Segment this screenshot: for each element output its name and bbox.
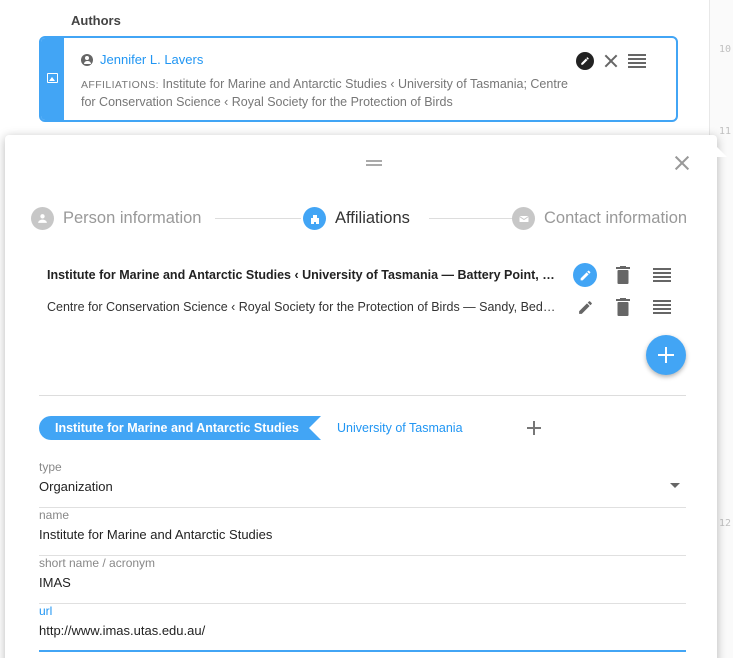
- step-affiliations[interactable]: Affiliations: [303, 207, 410, 230]
- remove-author-button[interactable]: [603, 53, 619, 69]
- step-person-information[interactable]: Person information: [31, 207, 202, 230]
- divider: [39, 395, 686, 396]
- short-name-field[interactable]: short name / acronym IMAS: [39, 556, 686, 604]
- image-icon: [47, 73, 58, 83]
- drag-author-handle[interactable]: [628, 54, 646, 68]
- add-affiliation-button[interactable]: [646, 335, 686, 375]
- url-field[interactable]: url http://www.imas.utas.edu.au/: [39, 604, 686, 652]
- short-name-value[interactable]: IMAS: [39, 575, 71, 590]
- step-label: Contact information: [544, 209, 688, 227]
- line-number: 11: [718, 126, 731, 137]
- url-value[interactable]: http://www.imas.utas.edu.au/: [39, 623, 205, 638]
- line-number: 12: [718, 518, 731, 529]
- step-contact-information[interactable]: Contact information: [512, 207, 687, 230]
- list-item[interactable]: Institute for Marine and Antarctic Studi…: [47, 259, 697, 291]
- drag-affiliation-handle[interactable]: [653, 300, 671, 314]
- author-card-handle[interactable]: [41, 38, 64, 120]
- authors-heading: Authors: [71, 13, 121, 28]
- delete-affiliation-button[interactable]: [613, 264, 633, 286]
- name-label: name: [39, 508, 70, 522]
- edit-affiliation-button[interactable]: [573, 295, 597, 319]
- affiliation-text: Institute for Marine and Antarctic Studi…: [47, 268, 557, 282]
- short-name-label: short name / acronym: [39, 556, 156, 570]
- author-name[interactable]: Jennifer L. Lavers: [100, 52, 203, 67]
- line-number: 10: [718, 44, 731, 55]
- type-label: type: [39, 460, 62, 474]
- pencil-icon: [580, 270, 590, 280]
- url-label: url: [39, 604, 53, 618]
- edit-author-button[interactable]: [576, 52, 594, 70]
- step-label: Person information: [63, 209, 202, 227]
- chevron-down-icon[interactable]: [670, 483, 680, 488]
- trash-icon: [616, 298, 630, 316]
- close-modal-button[interactable]: [674, 155, 690, 171]
- edit-affiliation-button[interactable]: [573, 263, 597, 287]
- step-label: Affiliations: [335, 209, 410, 227]
- mail-icon: [512, 207, 535, 230]
- delete-affiliation-button[interactable]: [613, 296, 633, 318]
- pencil-icon: [578, 300, 592, 314]
- list-item[interactable]: Centre for Conservation Science ‹ Royal …: [47, 291, 697, 323]
- type-value: Organization: [39, 479, 113, 494]
- building-icon: [303, 207, 326, 230]
- person-icon: [31, 207, 54, 230]
- pencil-icon: [581, 57, 589, 65]
- affiliation-editor-modal: Person information Affiliations Contact …: [5, 135, 727, 658]
- step-connector: [429, 218, 513, 219]
- add-parent-button[interactable]: [526, 421, 541, 435]
- drag-affiliation-handle[interactable]: [653, 268, 671, 282]
- breadcrumb-parent[interactable]: University of Tasmania: [337, 421, 463, 435]
- person-icon: [81, 53, 93, 66]
- name-field[interactable]: name Institute for Marine and Antarctic …: [39, 508, 686, 556]
- name-value[interactable]: Institute for Marine and Antarctic Studi…: [39, 527, 272, 542]
- author-card[interactable]: Jennifer L. Lavers AFFILIATIONS: Institu…: [39, 36, 678, 122]
- trash-icon: [616, 266, 630, 284]
- affiliation-list: Institute for Marine and Antarctic Studi…: [47, 259, 697, 323]
- modal-drag-handle[interactable]: [366, 160, 382, 166]
- type-field[interactable]: type Organization: [39, 460, 686, 508]
- author-affiliations: AFFILIATIONS: Institute for Marine and A…: [81, 76, 581, 111]
- affiliations-label: AFFILIATIONS:: [81, 79, 159, 91]
- breadcrumb-current[interactable]: Institute for Marine and Antarctic Studi…: [39, 416, 321, 440]
- affiliation-text: Centre for Conservation Science ‹ Royal …: [47, 300, 557, 314]
- stepper: Person information Affiliations Contact …: [31, 207, 701, 231]
- step-connector: [215, 218, 301, 219]
- breadcrumb: Institute for Marine and Antarctic Studi…: [39, 416, 541, 440]
